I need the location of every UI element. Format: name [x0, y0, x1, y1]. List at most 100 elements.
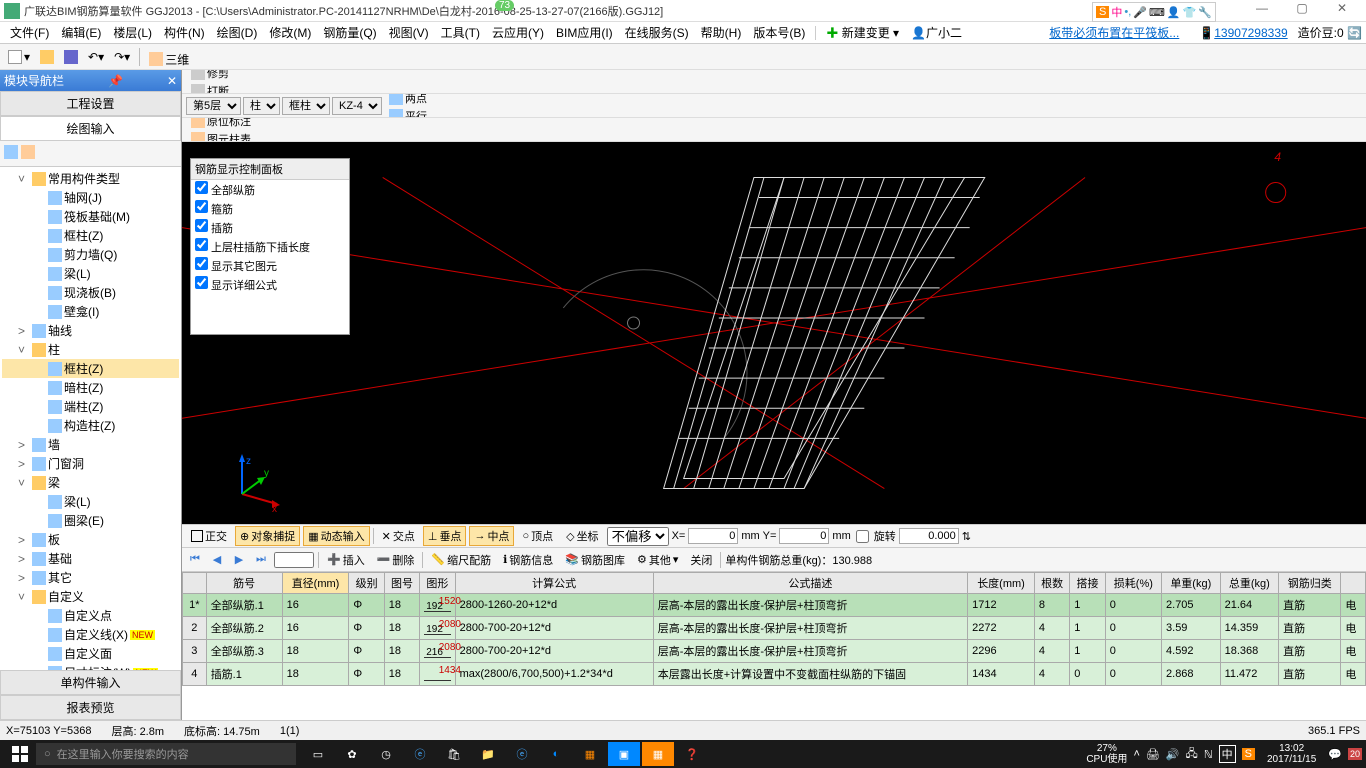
delete-button[interactable]: ➖删除	[373, 551, 419, 569]
table-cell[interactable]: 层高-本层的露出长度-保护层+柱顶弯折	[653, 640, 967, 663]
ime-bar[interactable]: S 中 •, 🎤 ⌨ 👤 👕 🔧	[1092, 2, 1216, 22]
menu-item[interactable]: 版本号(B)	[747, 24, 811, 42]
table-row[interactable]: 3全部纵筋.318Φ1821620802800-700-20+12*d层高-本层…	[183, 640, 1366, 663]
app3-icon[interactable]: ◐	[540, 742, 572, 766]
tray-volume-icon[interactable]: 🔊	[1166, 748, 1180, 761]
minimize-button[interactable]: —	[1242, 1, 1282, 21]
nav-tab-settings[interactable]: 工程设置	[0, 91, 181, 116]
menu-item[interactable]: 构件(N)	[158, 24, 211, 42]
rebar-lib-button[interactable]: 📚钢筋图库	[561, 551, 629, 569]
open-button[interactable]	[36, 48, 58, 66]
table-cell[interactable]: 直筋	[1279, 663, 1341, 686]
nav-bottom-input[interactable]: 单构件输入	[0, 670, 181, 695]
y-input[interactable]	[779, 528, 829, 544]
tree-node[interactable]: 剪力墙(Q)	[2, 245, 179, 264]
tray-network-icon[interactable]: 🖧	[1186, 745, 1198, 764]
table-cell[interactable]: 8	[1034, 594, 1069, 617]
x-input[interactable]	[688, 528, 738, 544]
toolbar-button[interactable]: 三维	[145, 49, 229, 70]
rebar-table[interactable]: 筋号直径(mm)级别图号图形计算公式公式描述长度(mm)根数搭接损耗(%)单重(…	[182, 572, 1366, 720]
code-select[interactable]: KZ-4	[332, 97, 382, 115]
column-header[interactable]: 根数	[1034, 573, 1069, 594]
phone-link[interactable]: 13907298339	[1214, 26, 1287, 40]
close-rec-button[interactable]: 关闭	[686, 551, 716, 569]
table-cell[interactable]: 4	[1034, 640, 1069, 663]
taskview-icon[interactable]: ▭	[302, 742, 334, 766]
tree-node[interactable]: ˃门窗洞	[2, 454, 179, 473]
scale-button[interactable]: 📏缩尺配筋	[427, 551, 495, 569]
undo-button[interactable]: ↶▾	[84, 48, 108, 66]
menu-user[interactable]: 👤广小二	[905, 22, 968, 43]
ctx2-button[interactable]: 图元柱表	[188, 130, 287, 143]
tree-node[interactable]: ˃基础	[2, 549, 179, 568]
table-cell[interactable]: 4	[183, 663, 207, 686]
table-cell[interactable]: 3.59	[1162, 617, 1221, 640]
spinner-icon[interactable]: ⇅	[962, 530, 971, 543]
tree-node[interactable]: 端柱(Z)	[2, 397, 179, 416]
table-cell[interactable]: 4.592	[1162, 640, 1221, 663]
tree-node[interactable]: 筏板基础(M)	[2, 207, 179, 226]
table-cell[interactable]: 2	[183, 617, 207, 640]
menu-item[interactable]: 楼层(L)	[107, 24, 158, 42]
menu-item[interactable]: 在线服务(S)	[619, 24, 695, 42]
table-cell[interactable]: 18	[384, 617, 419, 640]
explorer-icon[interactable]: 📁	[472, 742, 504, 766]
wrench-icon[interactable]: 🔧	[1198, 6, 1212, 19]
table-cell[interactable]: 4	[1034, 617, 1069, 640]
table-cell[interactable]: 0	[1105, 663, 1161, 686]
snap-mid[interactable]: → 中点	[469, 526, 514, 546]
column-header[interactable]: 图形	[420, 573, 455, 594]
first-button[interactable]: ⏮	[186, 553, 204, 566]
nav-mode-icon[interactable]	[4, 145, 18, 159]
table-cell[interactable]: 1	[1070, 640, 1105, 663]
table-cell[interactable]: Φ	[349, 617, 384, 640]
table-cell[interactable]: 0	[1105, 617, 1161, 640]
menu-item[interactable]: 帮助(H)	[695, 24, 748, 42]
menu-item[interactable]: BIM应用(I)	[550, 24, 619, 42]
nav-tab-draw[interactable]: 绘图输入	[0, 116, 181, 141]
menu-item[interactable]: 工具(T)	[435, 24, 486, 42]
notifications-icon[interactable]: 💬	[1328, 748, 1342, 761]
table-cell[interactable]: 2296	[968, 640, 1035, 663]
snap-vertex[interactable]: ○ 顶点	[517, 526, 558, 546]
table-cell[interactable]: 直筋	[1279, 594, 1341, 617]
column-header[interactable]: 直径(mm)	[282, 573, 349, 594]
tree-node[interactable]: ˃墙	[2, 435, 179, 454]
table-row[interactable]: 2全部纵筋.216Φ1819220802800-700-20+12*d层高-本层…	[183, 617, 1366, 640]
ie-icon[interactable]: ⓔ	[506, 742, 538, 766]
person-icon[interactable]: 👤	[1167, 6, 1181, 19]
snap-coord[interactable]: ◇ 坐标	[561, 526, 603, 546]
tray-n-icon[interactable]: ℕ	[1204, 748, 1213, 761]
tree-node[interactable]: ˃轴线	[2, 321, 179, 340]
table-cell[interactable]: 插筋.1	[206, 663, 282, 686]
panel-checkbox-item[interactable]: 全部纵筋	[191, 180, 349, 199]
offset-select[interactable]: 不偏移	[607, 527, 669, 546]
tray-up-icon[interactable]: ˄	[1133, 748, 1139, 760]
table-cell[interactable]: 18	[282, 663, 349, 686]
snap-cross[interactable]: ✕ 交点	[377, 526, 420, 546]
new-button[interactable]: ▾	[4, 48, 34, 66]
tree-node[interactable]: 尺寸标注(W)NEW	[2, 663, 179, 670]
table-cell[interactable]: 3	[183, 640, 207, 663]
table-cell[interactable]: 0	[1105, 640, 1161, 663]
tray-printer-icon[interactable]: 🖨	[1146, 748, 1160, 761]
mic-icon[interactable]: 🎤	[1133, 6, 1147, 19]
menu-item[interactable]: 钢筋量(Q)	[317, 24, 382, 42]
floor-select[interactable]: 第5层	[186, 97, 241, 115]
redo-button[interactable]: ↷▾	[110, 48, 134, 66]
column-header[interactable]: 长度(mm)	[968, 573, 1035, 594]
table-cell[interactable]: 1922080	[420, 617, 455, 640]
viewport[interactable]: 4 钢筋显示控制面板 全部纵筋箍筋插筋上层柱插筋下插长度显示其它图元显示详细公式…	[182, 142, 1366, 524]
table-cell[interactable]: 4	[1034, 663, 1069, 686]
dynamic-input-toggle[interactable]: ▦动态输入	[303, 526, 369, 546]
menu-item[interactable]: 修改(M)	[263, 24, 317, 42]
column-header[interactable]: 损耗(%)	[1105, 573, 1161, 594]
table-cell[interactable]: 0	[1105, 594, 1161, 617]
tray-sogou-icon[interactable]: S	[1242, 748, 1255, 760]
tree-node[interactable]: 框柱(Z)	[2, 359, 179, 378]
tree-node[interactable]: 梁(L)	[2, 264, 179, 283]
record-input[interactable]	[274, 552, 314, 568]
column-header[interactable]: 单重(kg)	[1162, 573, 1221, 594]
edit-button[interactable]: 修剪	[188, 70, 254, 82]
table-cell[interactable]: 1921520	[420, 594, 455, 617]
